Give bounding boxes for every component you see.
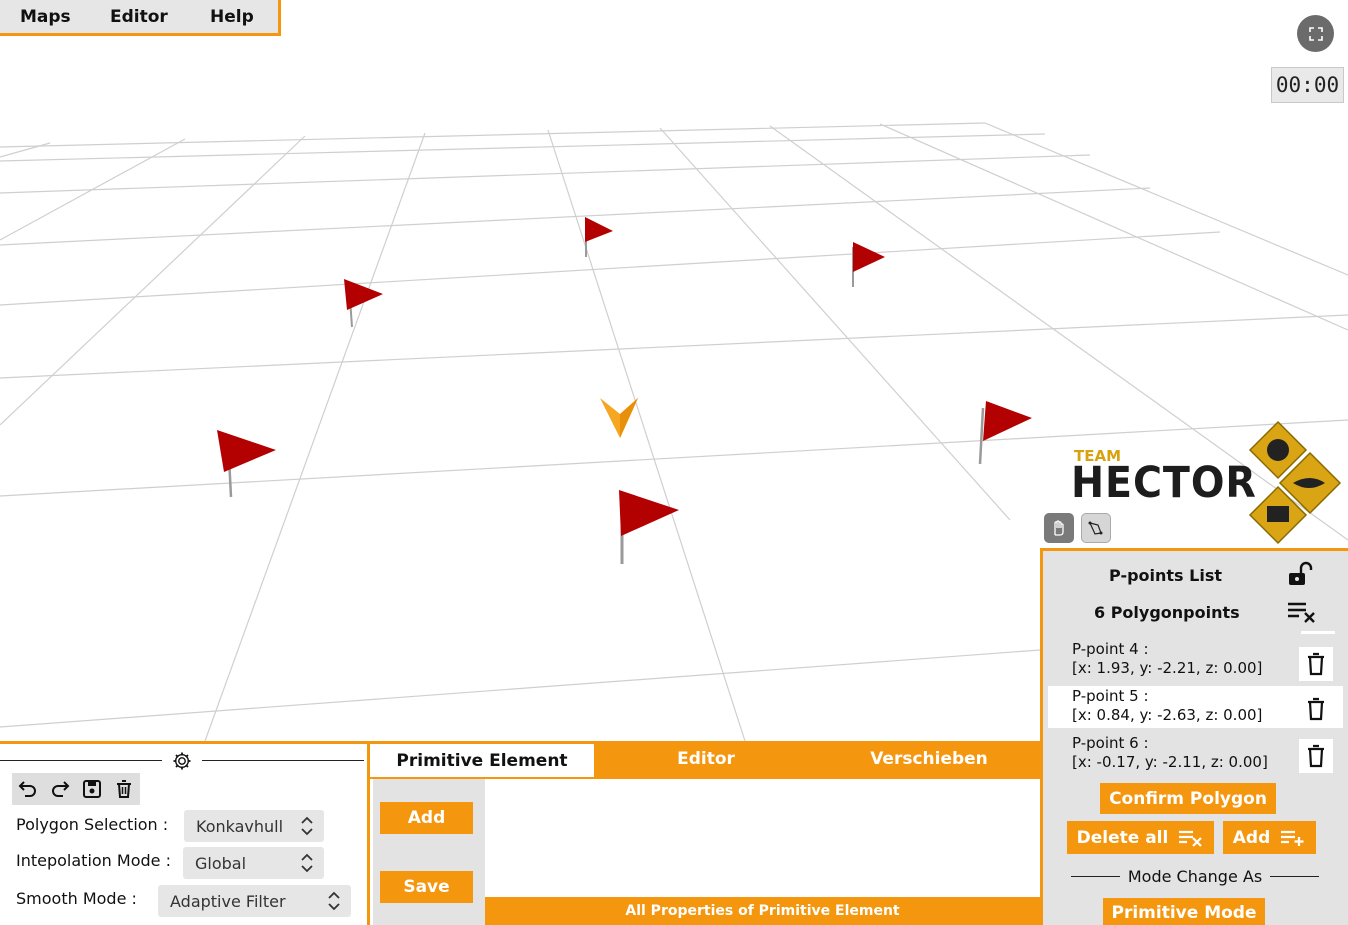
menu-maps[interactable]: Maps — [20, 7, 71, 27]
redo-icon — [52, 781, 70, 797]
mode-change-text: Mode Change As — [1127, 867, 1263, 886]
flag-icon[interactable] — [619, 490, 679, 564]
polygonpoints-count: 6 Polygonpoints — [1094, 603, 1240, 622]
tab-editor[interactable]: Editor — [594, 741, 818, 777]
flag-icon[interactable] — [217, 430, 276, 498]
trash-icon — [117, 780, 131, 798]
p-points-list-title: P-points List — [1109, 566, 1222, 585]
polygon-selection-value: Konkavhull — [196, 816, 284, 836]
flag-icon[interactable] — [852, 242, 885, 287]
trash-icon — [1308, 697, 1324, 721]
divider — [1071, 876, 1120, 877]
clear-list-icon — [1179, 830, 1203, 847]
chevron-updown-icon — [301, 816, 313, 836]
goal-flags — [217, 217, 1032, 564]
p-point-name: P-point 4 : — [1072, 640, 1149, 658]
p-points-panel: P-points List 6 Polygonpoints P-point 4 … — [1040, 548, 1348, 925]
interpolation-mode-value: Global — [195, 853, 247, 873]
polygon-tool-button[interactable] — [1081, 513, 1111, 543]
primitive-panel: Primitive Element Editor Verschieben Add… — [370, 741, 1040, 925]
p-point-coords: [x: 0.84, y: -2.63, z: 0.00] — [1072, 706, 1263, 724]
clear-list-icon[interactable] — [1286, 600, 1318, 624]
add-point-label: Add — [1232, 827, 1271, 848]
tab-bar: Primitive Element Editor Verschieben — [370, 741, 1040, 779]
add-point-button[interactable]: Add — [1223, 821, 1316, 854]
confirm-polygon-button[interactable]: Confirm Polygon — [1100, 783, 1276, 814]
delete-button[interactable] — [108, 773, 140, 805]
undo-icon — [18, 781, 36, 797]
fullscreen-icon — [1308, 26, 1323, 41]
save-button[interactable] — [76, 773, 108, 805]
properties-bar[interactable]: All Properties of Primitive Element — [485, 897, 1040, 925]
undo-button[interactable] — [12, 773, 44, 805]
gear-icon[interactable] — [172, 751, 192, 771]
logo-emblem-icon — [1248, 420, 1342, 545]
add-button[interactable]: Add — [380, 802, 473, 834]
polygon-selection-label: Polygon Selection : — [16, 815, 169, 834]
p-point-name: P-point 6 : — [1072, 734, 1149, 752]
save-icon — [83, 780, 101, 798]
map-viewport[interactable]: Maps Editor Help 00:00 TEAM HECTOR Polyg… — [0, 0, 1348, 925]
p-point-name: P-point 5 : — [1072, 687, 1149, 705]
chevron-updown-icon — [301, 853, 313, 873]
polygon-selection-select[interactable]: Konkavhull — [184, 810, 324, 842]
interpolation-mode-select[interactable]: Global — [183, 847, 324, 879]
trash-icon — [1308, 652, 1324, 676]
edit-toolbar — [12, 773, 140, 805]
save-button[interactable]: Save — [380, 871, 473, 903]
delete-all-label: Delete all — [1076, 827, 1169, 848]
primitive-mode-button[interactable]: Primitive Mode — [1103, 898, 1265, 925]
divider — [0, 760, 162, 761]
add-list-icon — [1281, 830, 1304, 846]
settings-panel: Polygon Selection : Konkavhull Intepolat… — [0, 741, 370, 925]
delete-all-button[interactable]: Delete all — [1067, 821, 1214, 854]
smooth-mode-value: Adaptive Filter — [170, 891, 286, 911]
flag-icon[interactable] — [585, 217, 613, 257]
scroll-indicator — [1301, 631, 1335, 634]
p-point-coords: [x: -0.17, y: -2.11, z: 0.00] — [1072, 753, 1268, 771]
timer: 00:00 — [1271, 67, 1344, 103]
interpolation-mode-label: Intepolation Mode : — [16, 851, 171, 870]
redo-button[interactable] — [44, 773, 76, 805]
delete-p-point-button[interactable] — [1299, 647, 1333, 681]
robot-marker-icon — [600, 398, 638, 438]
menu-bar: Maps Editor Help — [0, 0, 281, 36]
menu-help[interactable]: Help — [210, 7, 254, 27]
divider — [1270, 876, 1319, 877]
chevron-updown-icon — [328, 891, 340, 911]
polygon-tool-icon — [1088, 521, 1103, 535]
smooth-mode-label: Smooth Mode : — [16, 889, 137, 908]
divider — [202, 760, 364, 761]
logo-hector-text: HECTOR — [1071, 458, 1257, 508]
fullscreen-button[interactable] — [1297, 15, 1334, 52]
tab-verschieben[interactable]: Verschieben — [818, 741, 1040, 777]
hand-tool-button[interactable] — [1044, 513, 1074, 543]
flag-icon[interactable] — [978, 401, 1032, 465]
tab-primitive-element[interactable]: Primitive Element — [370, 744, 594, 777]
menu-editor[interactable]: Editor — [110, 7, 168, 27]
delete-p-point-button[interactable] — [1299, 739, 1333, 773]
primitive-actions: Add Save — [373, 779, 485, 925]
trash-icon — [1308, 744, 1324, 768]
delete-p-point-button[interactable] — [1299, 692, 1333, 726]
hand-icon — [1054, 520, 1064, 536]
smooth-mode-select[interactable]: Adaptive Filter — [158, 885, 351, 917]
mode-change-label: Mode Change As — [1071, 867, 1319, 886]
unlock-icon[interactable] — [1286, 560, 1314, 588]
p-point-coords: [x: 1.93, y: -2.21, z: 0.00] — [1072, 659, 1263, 677]
